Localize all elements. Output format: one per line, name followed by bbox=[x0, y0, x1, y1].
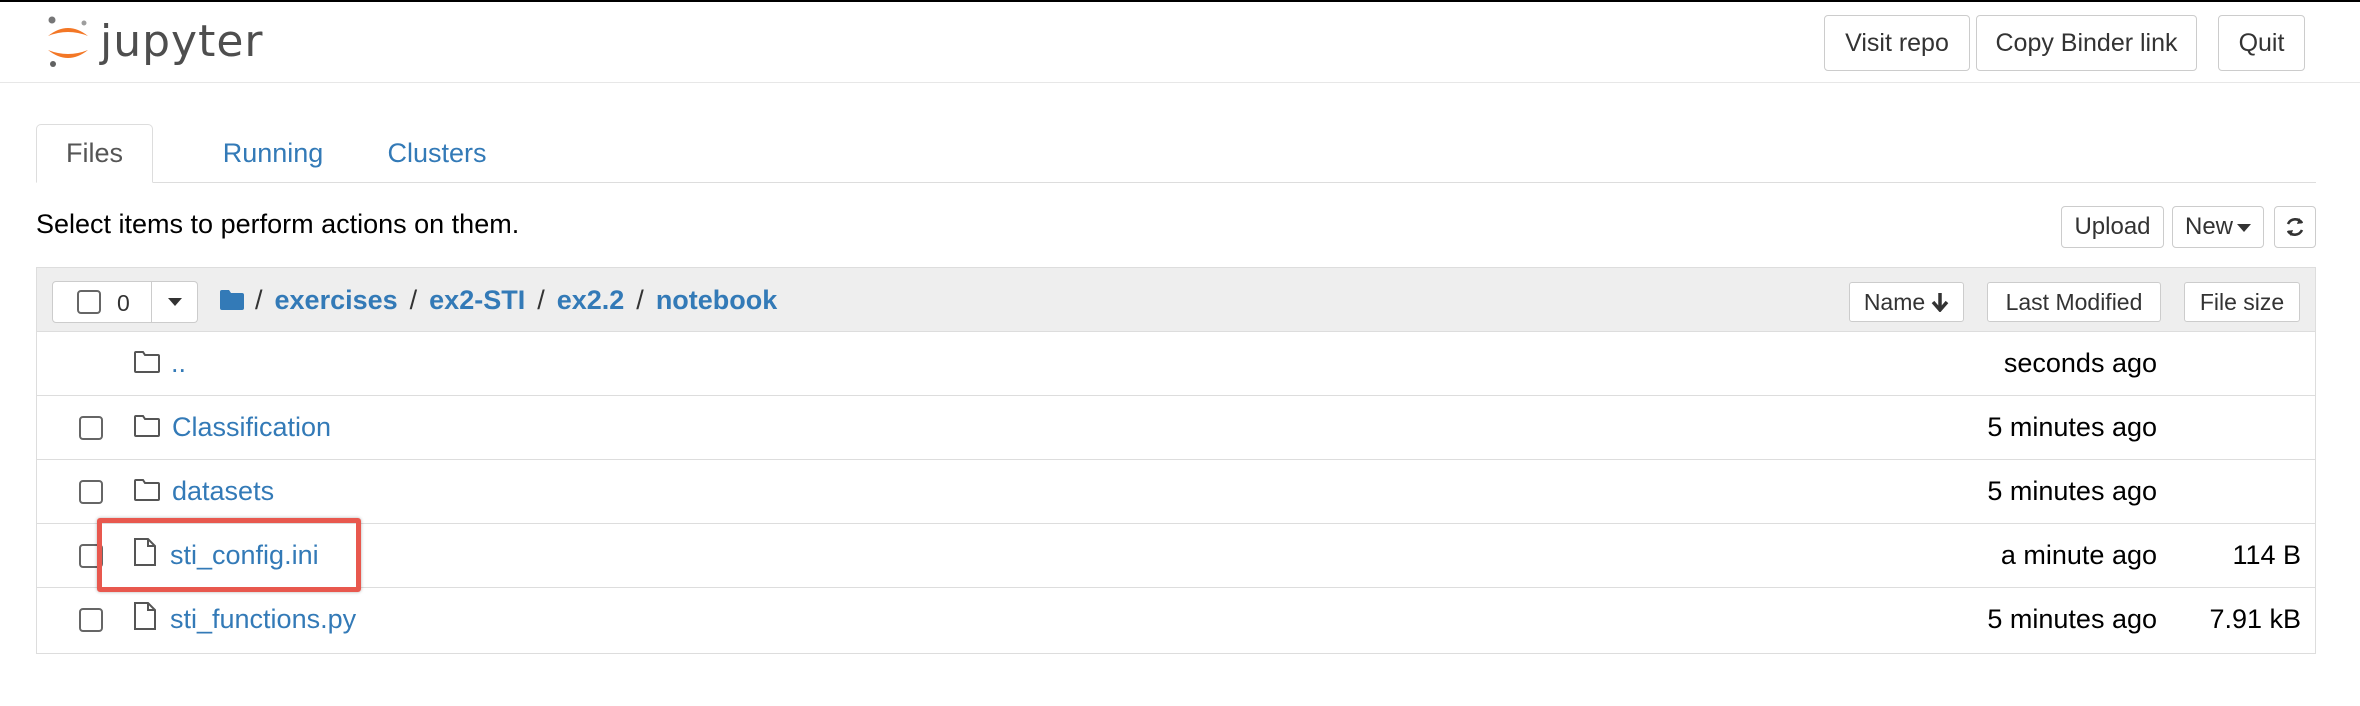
copy-binder-link-button[interactable]: Copy Binder link bbox=[1976, 15, 2197, 71]
breadcrumb: / exercises / ex2-STI / ex2.2 / notebook bbox=[219, 280, 777, 320]
chevron-down-icon bbox=[2237, 224, 2251, 232]
folder-root-icon[interactable] bbox=[219, 289, 245, 311]
breadcrumb-ex2-2[interactable]: ex2.2 bbox=[557, 285, 625, 316]
item-last-modified: a minute ago bbox=[2000, 540, 2157, 570]
new-button-label: New bbox=[2184, 213, 2233, 240]
upload-button[interactable]: Upload bbox=[2061, 206, 2164, 248]
jupyter-logo[interactable]: jupyter bbox=[44, 14, 264, 70]
file-list: 0 / exercises / ex2-STI / ex2.2 / notebo… bbox=[36, 267, 2316, 654]
breadcrumb-separator: / bbox=[409, 284, 418, 315]
breadcrumb-separator: / bbox=[255, 284, 263, 315]
sort-by-last-modified-button[interactable]: Last Modified bbox=[1987, 282, 2161, 322]
row-checkbox[interactable] bbox=[79, 608, 103, 632]
folder-icon bbox=[134, 415, 160, 437]
chevron-down-icon bbox=[167, 298, 182, 306]
breadcrumb-separator: / bbox=[636, 284, 644, 315]
logo-text: jupyter bbox=[100, 16, 264, 67]
tab-running[interactable]: Running bbox=[186, 124, 360, 182]
selected-count: 0 bbox=[117, 290, 130, 316]
select-all-control[interactable]: 0 bbox=[52, 281, 152, 323]
item-name[interactable]: datasets bbox=[172, 476, 274, 507]
refresh-button[interactable] bbox=[2274, 206, 2316, 248]
breadcrumb-exercises[interactable]: exercises bbox=[275, 285, 398, 316]
breadcrumb-separator: / bbox=[537, 284, 545, 315]
select-all-group: 0 bbox=[52, 281, 198, 323]
sort-by-file-size-button[interactable]: File size bbox=[2184, 282, 2300, 322]
row-checkbox[interactable] bbox=[79, 416, 103, 440]
sort-name-label: Name bbox=[1863, 288, 1926, 315]
item-last-modified: 5 minutes ago bbox=[1987, 604, 2157, 634]
sort-by-name-button[interactable]: Name bbox=[1849, 282, 1964, 322]
row-checkbox[interactable] bbox=[79, 480, 103, 504]
item-name[interactable]: sti_functions.py bbox=[170, 604, 356, 635]
breadcrumb-ex2-sti[interactable]: ex2-STI bbox=[429, 285, 525, 316]
tab-clusters[interactable]: Clusters bbox=[354, 124, 520, 182]
breadcrumb-notebook[interactable]: notebook bbox=[656, 285, 778, 316]
visit-repo-button[interactable]: Visit repo bbox=[1824, 15, 1970, 71]
list-item[interactable]: datasets 5 minutes ago bbox=[37, 460, 2315, 524]
file-list-header: 0 / exercises / ex2-STI / ex2.2 / notebo… bbox=[37, 268, 2315, 332]
select-menu-toggle[interactable] bbox=[152, 281, 198, 323]
item-size: 114 B bbox=[2232, 540, 2301, 570]
new-dropdown-button[interactable]: New bbox=[2172, 206, 2264, 248]
tab-files[interactable]: Files bbox=[36, 124, 153, 183]
list-item[interactable]: sti_functions.py 5 minutes ago 7.91 kB bbox=[37, 588, 2315, 652]
tab-bar: Files Running Clusters bbox=[36, 124, 2316, 183]
refresh-icon bbox=[2286, 218, 2304, 236]
quit-button[interactable]: Quit bbox=[2218, 15, 2305, 71]
item-last-modified: 5 minutes ago bbox=[1987, 476, 2157, 506]
header: jupyter Visit repo Copy Binder link Quit bbox=[0, 2, 2360, 83]
folder-icon bbox=[134, 351, 160, 373]
item-last-modified: seconds ago bbox=[2003, 348, 2157, 378]
instructions-text: Select items to perform actions on them. bbox=[36, 209, 520, 239]
item-name[interactable]: Classification bbox=[172, 412, 331, 443]
list-item[interactable]: sti_config.ini a minute ago 114 B bbox=[37, 524, 2315, 588]
item-last-modified: 5 minutes ago bbox=[1987, 412, 2157, 442]
select-all-checkbox[interactable] bbox=[77, 290, 101, 314]
file-icon bbox=[134, 602, 156, 630]
folder-icon bbox=[134, 479, 160, 501]
jupyter-logo-icon bbox=[48, 16, 88, 67]
highlight-box bbox=[97, 518, 361, 592]
item-name[interactable]: .. bbox=[171, 348, 186, 379]
item-size: 7.91 kB bbox=[2209, 604, 2301, 634]
list-item[interactable]: .. seconds ago bbox=[37, 332, 2315, 396]
arrow-down-icon bbox=[1931, 293, 1949, 312]
list-item[interactable]: Classification 5 minutes ago bbox=[37, 396, 2315, 460]
